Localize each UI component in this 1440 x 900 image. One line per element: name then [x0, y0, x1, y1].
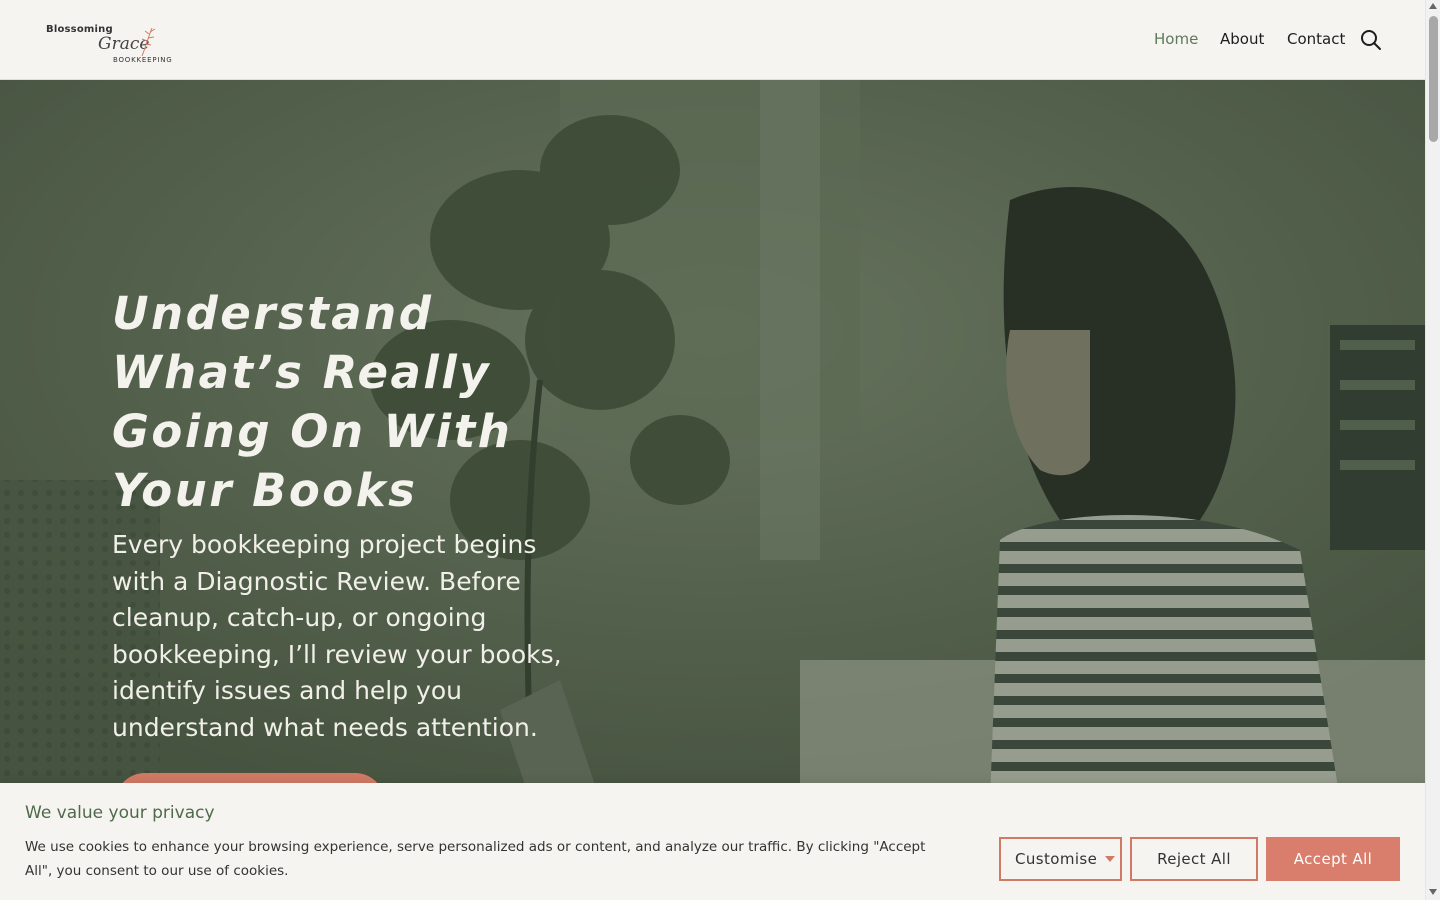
hero-title: Understand What’s Really Going On With Y… — [112, 287, 513, 517]
nav-about[interactable]: About — [1220, 30, 1264, 48]
logo[interactable]: Blossoming Grace BOOKKEEPING — [44, 22, 174, 68]
page-scrollbar[interactable] — [1425, 0, 1440, 900]
sprig-icon — [141, 27, 156, 57]
scroll-up-icon[interactable] — [1429, 3, 1437, 9]
accept-all-button[interactable]: Accept All — [1266, 837, 1400, 881]
cookie-title: We value your privacy — [25, 803, 215, 823]
site-header: Blossoming Grace BOOKKEEPING Home About … — [0, 0, 1425, 80]
nav-home[interactable]: Home — [1154, 30, 1198, 48]
chevron-down-icon — [1105, 856, 1116, 862]
nav-contact[interactable]: Contact — [1287, 30, 1345, 48]
hero-description: Every bookkeeping project begins with a … — [112, 530, 562, 742]
search-icon[interactable] — [1359, 28, 1383, 52]
scroll-thumb[interactable] — [1429, 16, 1438, 142]
customise-button[interactable]: Customise — [999, 837, 1122, 881]
scroll-down-icon[interactable] — [1429, 889, 1437, 895]
hero-section: Understand What’s Really Going On With Y… — [0, 80, 1425, 800]
reject-all-button[interactable]: Reject All — [1130, 837, 1258, 881]
customise-label: Customise — [1015, 850, 1098, 868]
cookie-text: We use cookies to enhance your browsing … — [25, 839, 926, 879]
cookie-banner: We value your privacy We use cookies to … — [0, 783, 1425, 900]
